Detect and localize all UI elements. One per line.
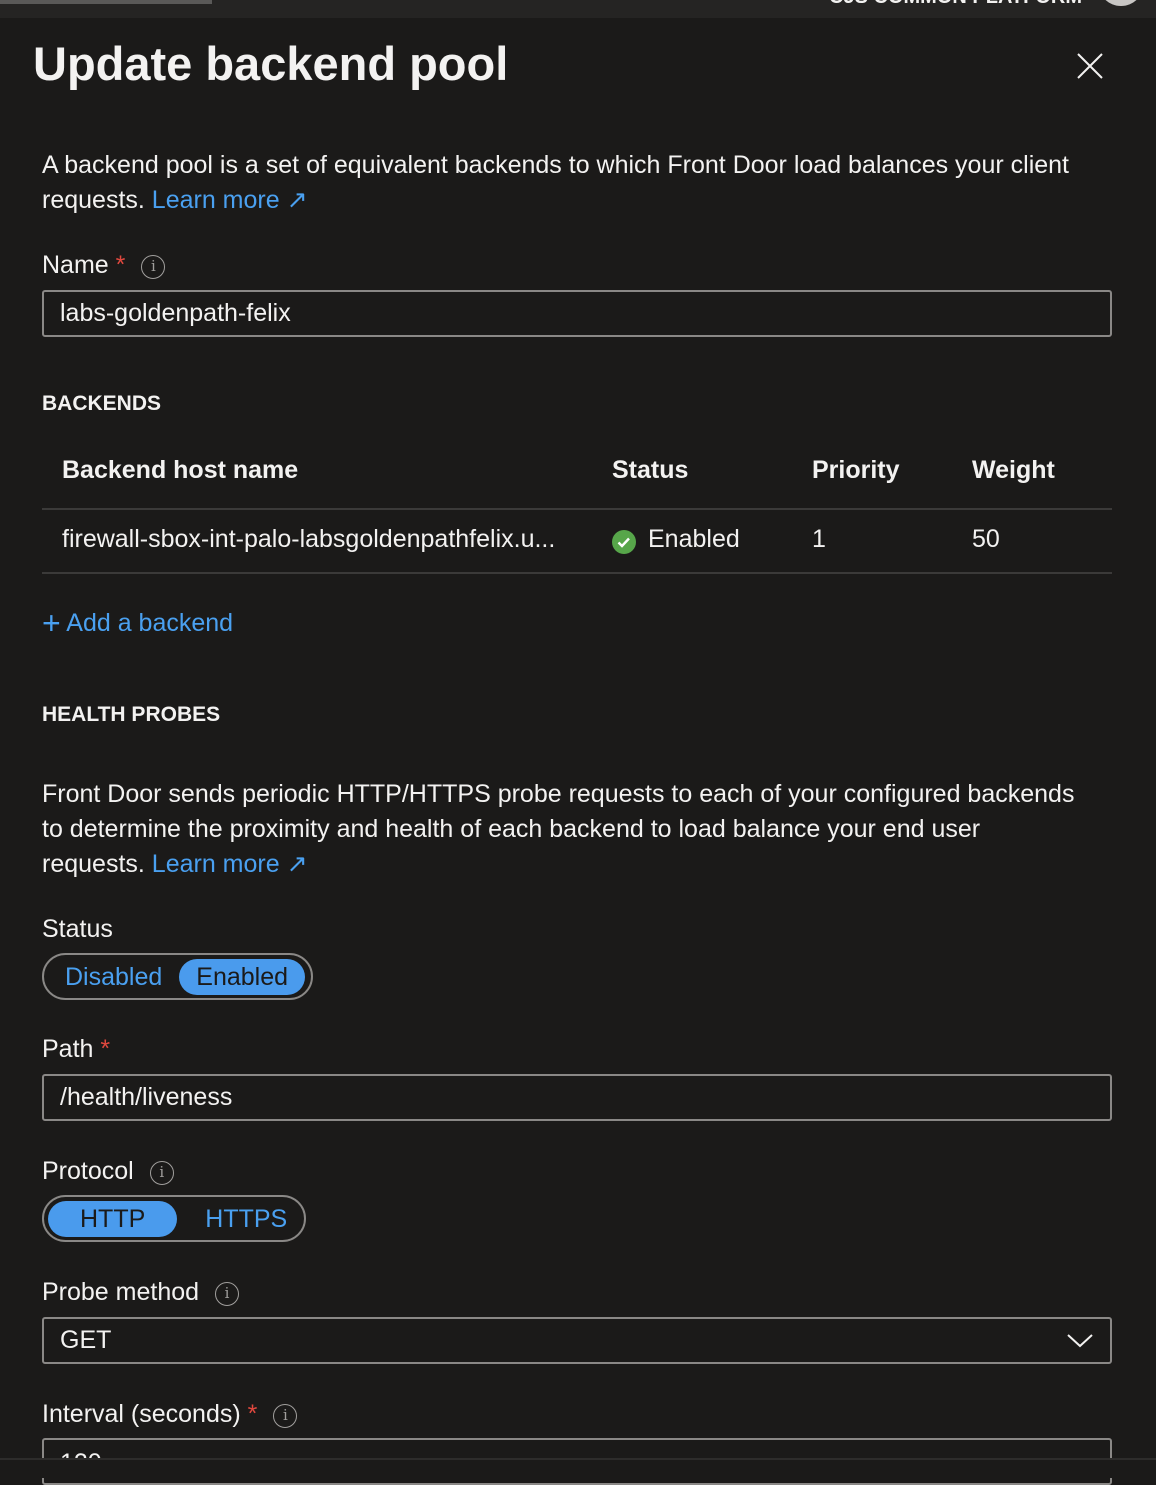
protocol-label: Protocol i (42, 1154, 174, 1189)
status-option-disabled[interactable]: Disabled (48, 959, 179, 995)
chevron-down-icon (1067, 1334, 1093, 1348)
probe-method-label: Probe method i (42, 1275, 240, 1310)
page-title: Update backend pool (33, 37, 509, 90)
desc-line: Front Door sends periodic HTTP/HTTPS pro… (42, 780, 1075, 808)
column-header-status: Status (612, 456, 689, 484)
column-header-weight: Weight (972, 456, 1055, 484)
interval-label-text: Interval (seconds) (42, 1400, 241, 1428)
learn-more-link[interactable]: Learn more (152, 850, 280, 878)
intro-text: A backend pool is a set of equivalent ba… (42, 148, 1069, 218)
path-label: Path * (42, 1032, 110, 1067)
learn-more-link[interactable]: Learn more (152, 186, 280, 214)
status-toggle[interactable]: Disabled Enabled (42, 953, 313, 1000)
external-link-icon: ↗ (286, 186, 308, 214)
top-bar: CJS COMMON PLATFORM (0, 0, 1156, 18)
browser-tab[interactable] (0, 0, 212, 4)
desc-line: to determine the proximity and health of… (42, 815, 981, 843)
divider (42, 572, 1112, 574)
probe-method-value: GET (60, 1326, 112, 1354)
info-icon[interactable]: i (273, 1404, 298, 1428)
check-circle-icon (612, 530, 636, 554)
backend-priority: 1 (812, 525, 826, 553)
path-input[interactable]: /health/liveness (42, 1074, 1112, 1121)
status-option-enabled[interactable]: Enabled (179, 958, 306, 995)
protocol-option-https[interactable]: HTTPS (177, 1201, 315, 1237)
external-link-icon: ↗ (286, 850, 308, 878)
backend-host[interactable]: firewall-sbox-int-palo-labsgoldenpathfel… (62, 525, 555, 554)
name-input[interactable]: labs-goldenpath-felix (42, 290, 1112, 337)
backend-weight: 50 (972, 525, 1000, 553)
intro-line: A backend pool is a set of equivalent ba… (42, 151, 1070, 179)
desc-line-text: requests. (42, 850, 145, 878)
required-marker: * (247, 1400, 258, 1428)
status-label: Status (42, 915, 113, 943)
desc-line: requests. Learn more ↗ (42, 847, 1074, 882)
probe-method-select[interactable]: GET (42, 1317, 1112, 1364)
close-icon[interactable] (1072, 48, 1108, 84)
protocol-label-text: Protocol (42, 1157, 134, 1185)
probe-method-label-text: Probe method (42, 1278, 200, 1306)
intro-line-text: requests. (42, 186, 145, 214)
protocol-toggle[interactable]: HTTP HTTPS (42, 1195, 306, 1242)
avatar[interactable] (1098, 0, 1144, 6)
backends-heading: BACKENDS (42, 392, 162, 415)
backend-status: Enabled (648, 525, 740, 553)
divider (42, 508, 1112, 510)
bottom-bar (0, 1458, 1156, 1478)
add-backend-label: Add a backend (66, 609, 234, 637)
path-label-text: Path (42, 1035, 94, 1063)
required-marker: * (115, 251, 126, 279)
info-icon[interactable]: i (215, 1282, 240, 1306)
add-backend-button[interactable]: + Add a backend (42, 606, 233, 641)
info-icon[interactable]: i (149, 1161, 174, 1185)
name-label-text: Name (42, 251, 109, 279)
interval-label: Interval (seconds) * i (42, 1397, 298, 1432)
protocol-option-http[interactable]: HTTP (48, 1200, 178, 1237)
plus-icon: + (42, 605, 61, 641)
column-header-priority: Priority (812, 456, 900, 484)
intro-line: requests. Learn more ↗ (42, 183, 1069, 218)
org-name: CJS COMMON PLATFORM (829, 0, 1082, 9)
health-probes-description: Front Door sends periodic HTTP/HTTPS pro… (42, 777, 1074, 882)
column-header-host: Backend host name (62, 456, 299, 484)
info-icon[interactable]: i (141, 255, 166, 279)
name-label: Name * i (42, 248, 166, 283)
required-marker: * (100, 1035, 111, 1063)
health-probes-heading: HEALTH PROBES (42, 703, 221, 726)
